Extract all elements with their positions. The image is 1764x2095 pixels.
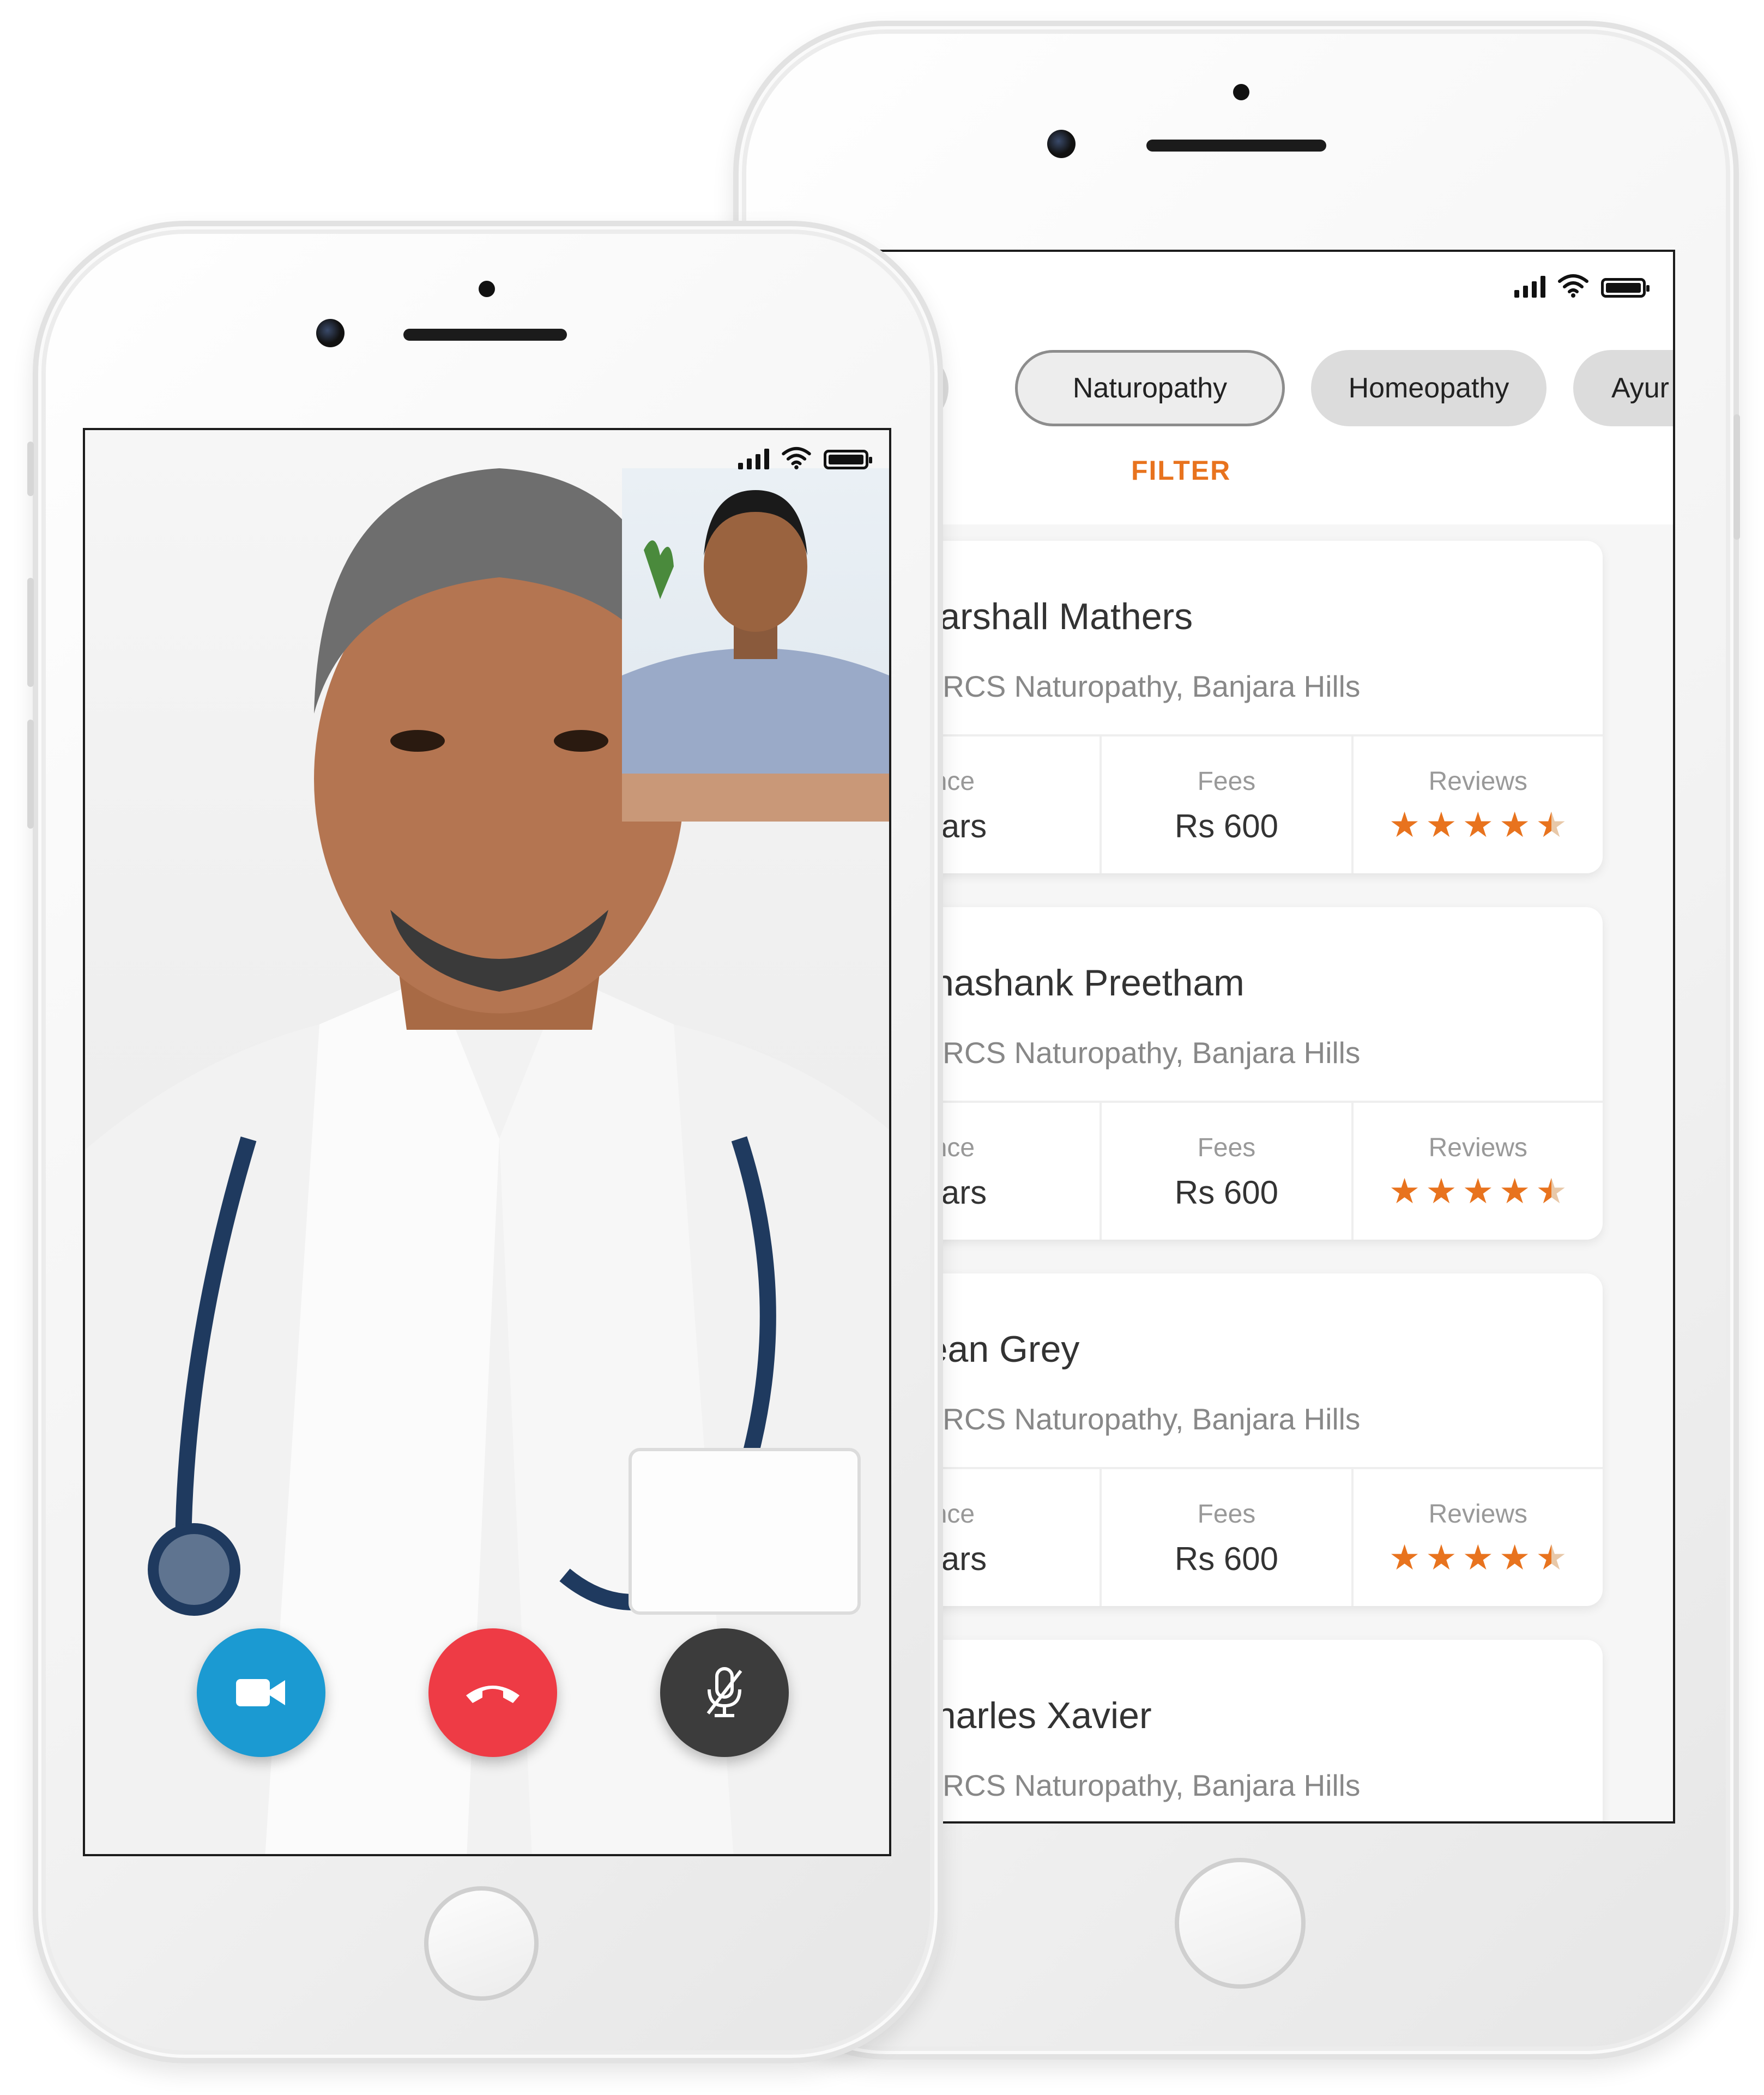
rating-stars: ★ ★ ★ ★ ★	[1354, 807, 1603, 842]
microphone-muted-icon	[706, 1667, 742, 1717]
category-tab-naturopathy[interactable]: Naturopathy	[1015, 350, 1285, 426]
doctor-card[interactable]: r. Charles Xavier ID, FRCS Naturopathy, …	[872, 1640, 1603, 1821]
star-icon: ★	[1425, 805, 1457, 844]
fees-label: Fees	[1197, 1500, 1256, 1529]
fees-label: Fees	[1197, 1133, 1256, 1162]
star-icon: ★	[1388, 805, 1421, 844]
side-button	[27, 442, 34, 496]
toggle-video-button[interactable]	[197, 1628, 325, 1757]
side-button	[1733, 414, 1740, 540]
star-icon: ★	[1462, 1538, 1494, 1577]
front-camera	[1047, 130, 1076, 158]
earpiece-speaker	[1146, 140, 1326, 152]
video-camera-icon	[236, 1679, 285, 1706]
fees-stat: Fees Rs 600	[1102, 1469, 1354, 1606]
category-tab-label: Homeopathy	[1348, 372, 1509, 404]
fees-label: Fees	[1197, 767, 1256, 796]
reviews-label: Reviews	[1428, 1500, 1527, 1529]
side-button	[27, 578, 34, 687]
side-button	[27, 720, 34, 829]
star-icon: ★	[1388, 1538, 1421, 1577]
battery-icon	[1601, 278, 1650, 298]
fees-stat: Fees Rs 600	[1102, 736, 1354, 873]
star-icon: ★	[1425, 1538, 1457, 1577]
status-bar	[1514, 274, 1650, 298]
category-tab-label: Ayur	[1611, 372, 1669, 404]
fees-value: Rs 600	[1174, 1174, 1278, 1211]
self-video-preview[interactable]	[622, 468, 889, 822]
category-tabs: a Naturopathy Homeopathy Ayur	[872, 350, 1673, 432]
video-call-screen	[83, 428, 891, 1856]
wifi-icon	[1558, 274, 1588, 298]
proximity-sensor	[1233, 84, 1249, 100]
proximity-sensor	[479, 281, 495, 297]
reviews-label: Reviews	[1428, 1133, 1527, 1162]
reviews-label: Reviews	[1428, 767, 1527, 796]
filter-button[interactable]: FILTER	[1131, 455, 1231, 486]
doctor-stats: xperience 20 years Fees Rs 600 Reviews ★…	[872, 1101, 1603, 1240]
half-star-icon: ★	[1536, 1174, 1567, 1209]
doctor-qualification: ID, FRCS Naturopathy, Banjara Hills	[878, 669, 1361, 703]
fees-value: Rs 600	[1174, 1541, 1278, 1577]
doctor-qualification: ID, FRCS Naturopathy, Banjara Hills	[878, 1768, 1361, 1802]
category-tab-label: Naturopathy	[1072, 372, 1228, 404]
star-icon: ★	[1499, 805, 1531, 844]
phone-hangup-icon	[466, 1686, 519, 1703]
home-button[interactable]	[1175, 1858, 1306, 1989]
fees-stat: Fees Rs 600	[1102, 1103, 1354, 1240]
rating-stars: ★ ★ ★ ★ ★	[1354, 1540, 1603, 1575]
end-call-button[interactable]	[428, 1628, 557, 1757]
battery-icon	[824, 450, 872, 469]
doctor-card[interactable]: r. Shashank Preetham ID, FRCS Naturopath…	[872, 907, 1603, 1240]
status-bar	[738, 446, 872, 469]
reviews-stat: Reviews ★ ★ ★ ★ ★	[1354, 1469, 1603, 1606]
category-tab-homeopathy[interactable]: Homeopathy	[1311, 350, 1546, 426]
half-star-icon: ★	[1536, 807, 1567, 842]
star-icon: ★	[1499, 1538, 1531, 1577]
earpiece-speaker	[403, 329, 567, 341]
star-icon: ★	[1388, 1172, 1421, 1211]
doctor-stats: xperience 20 years Fees Rs 600 Reviews ★…	[872, 734, 1603, 873]
star-icon: ★	[1499, 1172, 1531, 1211]
fees-value: Rs 600	[1174, 808, 1278, 844]
star-icon: ★	[1462, 805, 1494, 844]
mute-button[interactable]	[660, 1628, 789, 1757]
doctor-stats: xperience 20 years Fees Rs 600 Reviews ★…	[872, 1467, 1603, 1606]
doctor-card[interactable]: r. Jean Grey ID, FRCS Naturopathy, Banja…	[872, 1273, 1603, 1606]
home-button[interactable]	[424, 1886, 539, 2001]
doctor-qualification: ID, FRCS Naturopathy, Banjara Hills	[878, 1036, 1361, 1070]
patient-video-feed	[622, 490, 889, 822]
category-tab-ayur[interactable]: Ayur	[1573, 350, 1673, 426]
doctor-list: r. Marshall Mathers ID, FRCS Naturopathy…	[872, 524, 1673, 1821]
signal-icon	[1514, 276, 1545, 298]
doctor-card[interactable]: r. Marshall Mathers ID, FRCS Naturopathy…	[872, 541, 1603, 873]
wifi-icon	[782, 446, 811, 469]
doctor-qualification: ID, FRCS Naturopathy, Banjara Hills	[878, 1402, 1361, 1436]
reviews-stat: Reviews ★ ★ ★ ★ ★	[1354, 1103, 1603, 1240]
reviews-stat: Reviews ★ ★ ★ ★ ★	[1354, 736, 1603, 873]
front-camera	[316, 319, 345, 347]
half-star-icon: ★	[1536, 1540, 1567, 1575]
rating-stars: ★ ★ ★ ★ ★	[1354, 1174, 1603, 1209]
doctor-list-screen: a Naturopathy Homeopathy Ayur FILTER r. …	[872, 250, 1675, 1824]
star-icon: ★	[1425, 1172, 1457, 1211]
signal-icon	[738, 449, 769, 469]
star-icon: ★	[1462, 1172, 1494, 1211]
